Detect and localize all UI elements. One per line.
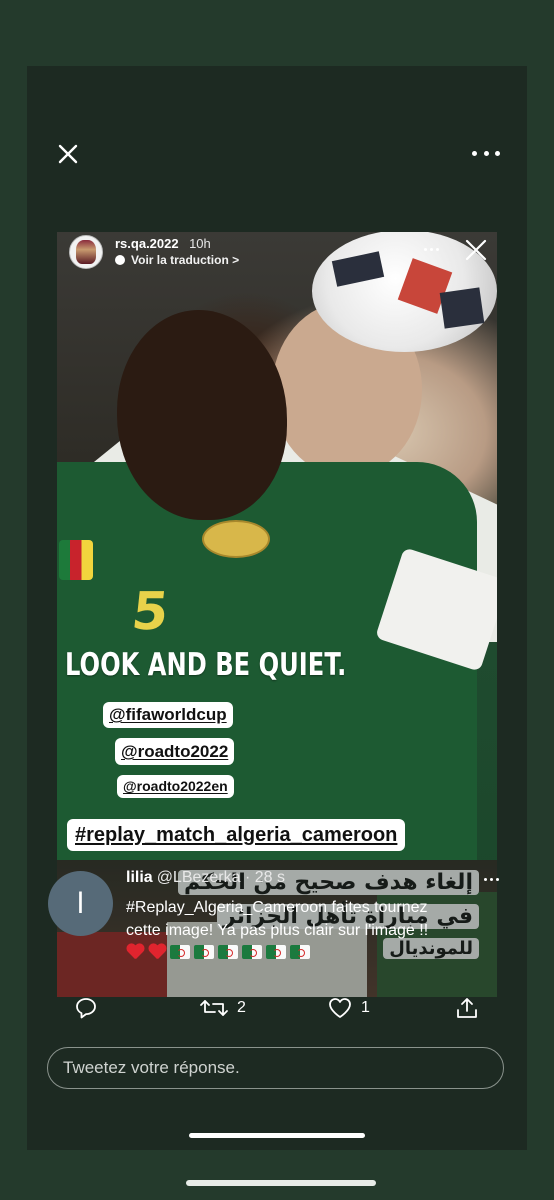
algeria-flag-icon bbox=[242, 945, 262, 959]
close-icon bbox=[58, 144, 78, 164]
story-more-icon[interactable] bbox=[424, 248, 439, 251]
heart-icon bbox=[329, 998, 351, 1018]
player-head-cameroon bbox=[117, 310, 287, 520]
tweet-handle-time: @LBezerka · 28 s bbox=[156, 869, 285, 886]
tweet-text: #Replay_Algeria_Cameroon faites tournez … bbox=[126, 896, 496, 942]
algeria-flag-icon bbox=[194, 945, 214, 959]
tweet-author-name[interactable]: lilia bbox=[126, 869, 153, 886]
algeria-flag-icon bbox=[290, 945, 310, 959]
more-options-button[interactable] bbox=[472, 140, 500, 166]
close-viewer-button[interactable] bbox=[55, 141, 81, 167]
home-indicator[interactable] bbox=[186, 1180, 376, 1186]
jersey-number: 5 bbox=[128, 582, 172, 642]
share-icon bbox=[457, 998, 477, 1018]
story-header: rs.qa.2022 10h Voir la traduction > bbox=[69, 232, 239, 272]
red-heart-icon bbox=[148, 944, 166, 960]
retweet-icon bbox=[200, 1000, 228, 1016]
mention-tag[interactable]: @fifaworldcup bbox=[103, 702, 233, 728]
close-icon bbox=[465, 239, 487, 261]
algeria-flag-icon bbox=[218, 945, 238, 959]
story-close-button[interactable] bbox=[461, 235, 491, 265]
hashtag-tag[interactable]: #replay_match_algeria_cameroon bbox=[67, 819, 406, 851]
more-icon-dot bbox=[472, 150, 477, 156]
tweet-emoji-row bbox=[126, 944, 310, 960]
lion-crest bbox=[202, 520, 270, 558]
tweet-more-icon[interactable] bbox=[484, 878, 499, 881]
reply-input[interactable]: Tweetez votre réponse. bbox=[47, 1047, 504, 1089]
mention-tag[interactable]: @roadto2022 bbox=[115, 738, 235, 765]
mention-tag[interactable]: @roadto2022en bbox=[117, 775, 234, 798]
inner-home-indicator bbox=[189, 1133, 365, 1138]
reply-icon bbox=[76, 998, 96, 1019]
story-time: 10h bbox=[189, 236, 211, 251]
more-icon-dot bbox=[495, 150, 500, 156]
see-translation-link[interactable]: Voir la traduction > bbox=[115, 252, 239, 268]
story-caption: LOOK AND BE QUIET. bbox=[65, 647, 347, 683]
cameroon-flag-badge bbox=[59, 540, 93, 580]
story-username[interactable]: rs.qa.2022 bbox=[115, 236, 179, 251]
tweet-text-line: cette image! Ya pas plus clair sur l'ima… bbox=[126, 922, 429, 939]
more-icon-dot bbox=[483, 150, 489, 156]
algeria-flag-icon bbox=[170, 945, 190, 959]
red-heart-icon bbox=[126, 944, 144, 960]
globe-icon bbox=[115, 255, 125, 265]
reply-button[interactable] bbox=[74, 996, 106, 1020]
story-avatar[interactable] bbox=[69, 235, 103, 269]
retweet-count: 2 bbox=[237, 999, 246, 1016]
see-translation-label: Voir la traduction > bbox=[131, 253, 240, 267]
tweet-actions-bar: 2 1 bbox=[0, 996, 554, 1026]
tweet-header: lilia @LBezerka · 28 s bbox=[126, 869, 285, 887]
like-button[interactable]: 1 bbox=[327, 996, 370, 1020]
like-count: 1 bbox=[361, 999, 370, 1016]
tweet-author-avatar[interactable]: l bbox=[48, 871, 113, 936]
share-button[interactable] bbox=[455, 996, 479, 1020]
algeria-flag-icon bbox=[266, 945, 286, 959]
tweet-text-line: #Replay_Algeria_Cameroon faites tournez bbox=[126, 899, 428, 916]
retweet-button[interactable]: 2 bbox=[199, 996, 246, 1020]
